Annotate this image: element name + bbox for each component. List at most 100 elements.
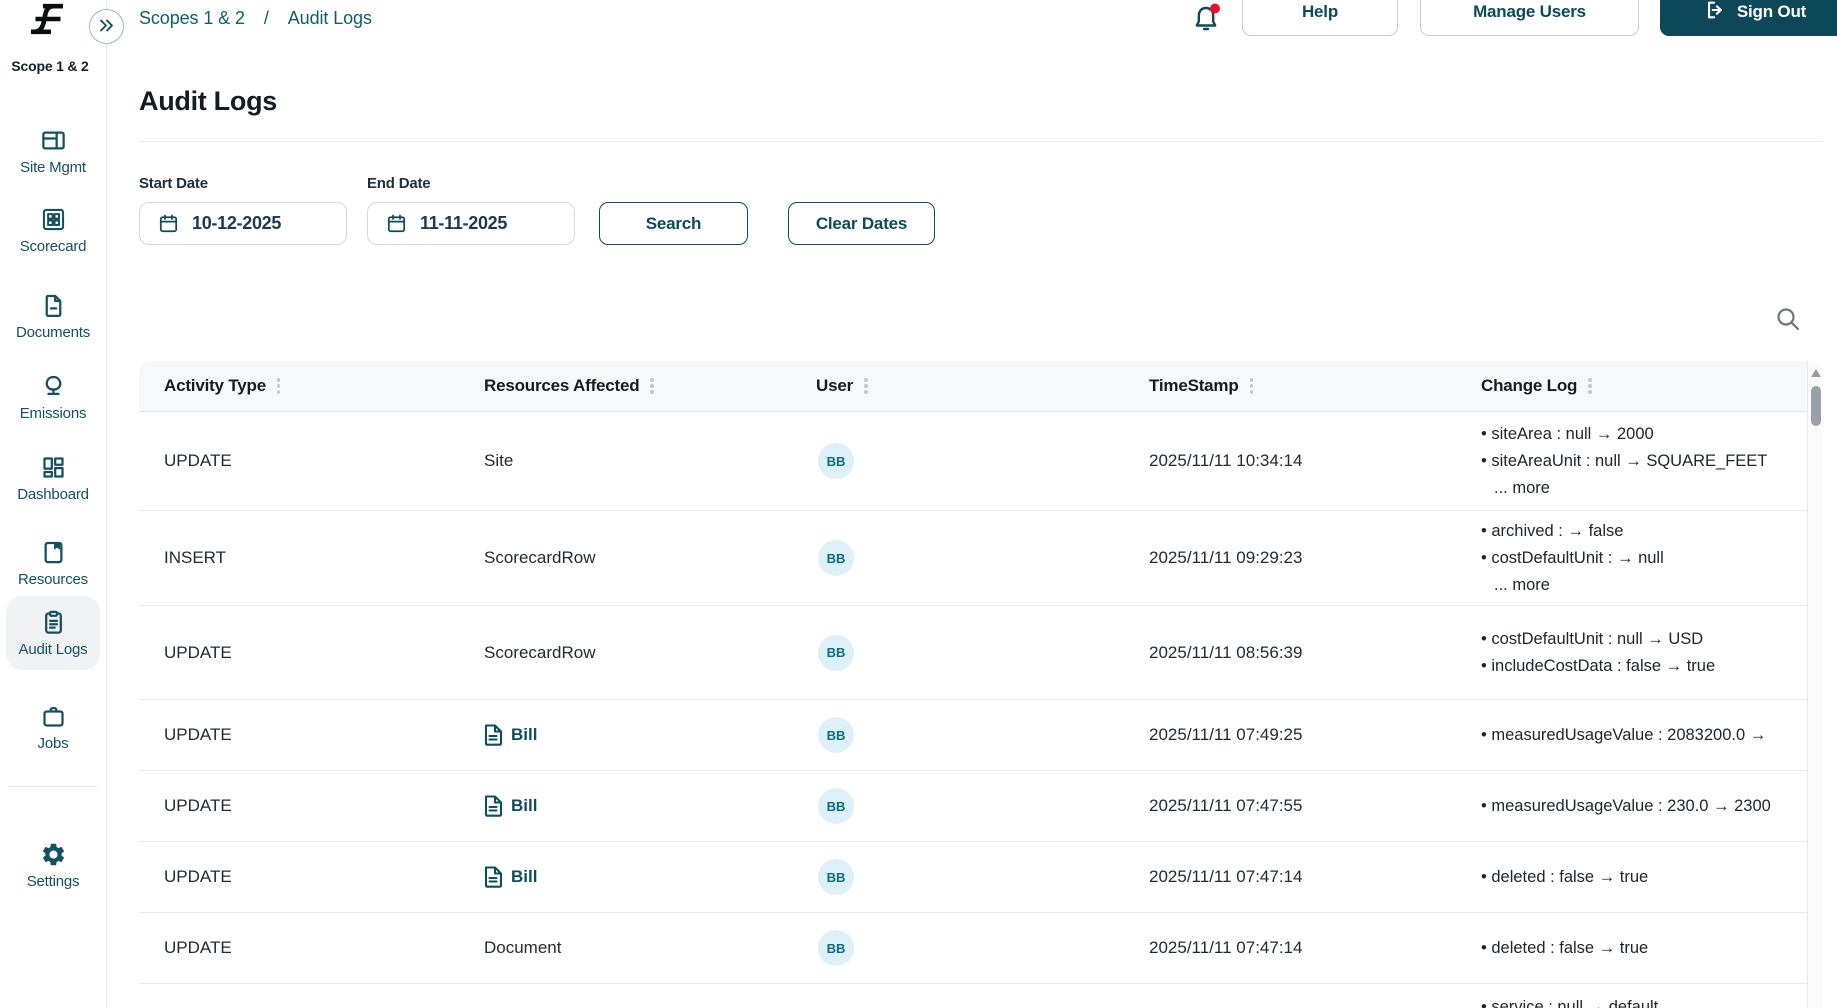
sign-out-button[interactable]: Sign Out: [1660, 0, 1837, 36]
change-log-entry: • deleted : false → true: [1481, 867, 1649, 886]
change-log-entry: • includeCostData : false → true: [1481, 656, 1716, 675]
change-log-entry: • siteAreaUnit : null → SQUARE_FEET: [1481, 451, 1768, 470]
change-log-entry: • siteArea : null → 2000: [1481, 424, 1654, 443]
sidebar-item-documents[interactable]: Documents: [6, 279, 100, 353]
column-menu-icon[interactable]: [1586, 376, 1594, 396]
sidebar-item-scorecard[interactable]: Scorecard: [6, 193, 100, 267]
bill-document-icon: [484, 724, 503, 746]
change-log-entry: • measuredUsageValue : 2083200.0 →: [1481, 725, 1767, 744]
resource-link[interactable]: Bill: [484, 795, 537, 817]
sidebar-item-dashboard[interactable]: Dashboard: [6, 441, 100, 515]
calendar-icon: [387, 214, 406, 233]
user-cell: BB: [814, 606, 1149, 699]
change-log-cell: • costDefaultUnit : null → USD • includeC…: [1481, 606, 1807, 699]
column-menu-icon[interactable]: [648, 376, 656, 396]
resource-text: Site: [484, 451, 514, 470]
timestamp-cell: 2025/11/11 09:29:23: [1149, 548, 1303, 567]
end-date-value[interactable]: [420, 213, 550, 234]
sidebar-item-label: Jobs: [37, 734, 69, 752]
column-menu-icon[interactable]: [1248, 376, 1256, 396]
resources-affected-cell: [484, 984, 814, 1008]
sidebar-item-label: Scorecard: [19, 237, 87, 255]
user-avatar: BB: [818, 634, 854, 671]
audit-logs-icon: [40, 609, 67, 636]
more-link[interactable]: ... more: [1481, 572, 1550, 599]
audit-logs-table: Activity Type Resources Affected User TimeS…: [139, 361, 1823, 1008]
manage-users-button[interactable]: Manage Users: [1420, 0, 1639, 36]
sidebar-item-site-mgmt[interactable]: Site Mgmt: [6, 114, 100, 188]
sidebar-item-label: Site Mgmt: [20, 158, 86, 176]
resource-text: ScorecardRow: [484, 642, 596, 662]
more-link[interactable]: ... more: [1481, 475, 1550, 502]
app-logo[interactable]: [28, 3, 66, 35]
sidebar-item-audit-logs[interactable]: Audit Logs: [6, 596, 100, 670]
scrollbar-up-arrow[interactable]: [1810, 369, 1821, 377]
sidebar-collapse-button[interactable]: [89, 9, 124, 44]
dashboard-icon: [40, 454, 67, 481]
change-log-cell: • measuredUsageValue : 230.0 → 2300: [1481, 771, 1807, 841]
table-row: UPDATE Bill BB 2025/11/11 07:49:25 • measure…: [139, 700, 1807, 771]
column-menu-icon[interactable]: [275, 376, 283, 396]
sidebar-item-emissions[interactable]: Emissions: [6, 360, 100, 434]
search-button[interactable]: Search: [599, 202, 748, 245]
user-avatar: BB: [818, 930, 854, 966]
change-log-cell: • siteArea : null → 2000 • siteAreaUnit :…: [1481, 412, 1807, 510]
timestamp-cell: [1149, 984, 1481, 1008]
settings-gear-icon: [40, 841, 67, 868]
resource-link[interactable]: Bill: [484, 724, 537, 746]
end-date-input[interactable]: [367, 202, 575, 245]
help-button[interactable]: Help: [1242, 0, 1398, 36]
notification-dot: [1210, 3, 1220, 14]
jobs-icon: [40, 703, 67, 730]
resources-affected-cell: Bill: [484, 771, 814, 841]
table-scrollbar[interactable]: [1807, 361, 1823, 1008]
user-avatar: BB: [818, 443, 854, 479]
user-cell: BB: [814, 412, 1149, 510]
timestamp-cell: 2025/11/11 10:34:14: [1149, 451, 1303, 470]
sidebar-item-jobs[interactable]: Jobs: [6, 690, 100, 764]
user-cell: BB: [814, 771, 1149, 841]
scrollbar-thumb[interactable]: [1810, 386, 1821, 426]
table-row: UPDATE Bill BB 2025/11/11 07:47:14 • deleted…: [139, 842, 1807, 913]
user-cell: BB: [814, 913, 1149, 983]
breadcrumb-parent[interactable]: Scopes 1 & 2: [139, 8, 245, 29]
clear-dates-button[interactable]: Clear Dates: [788, 202, 935, 245]
resource-text: ScorecardRow: [484, 548, 596, 567]
site-mgmt-icon: [40, 127, 67, 154]
calendar-icon: [159, 214, 178, 233]
timestamp-cell: 2025/11/11 07:49:25: [1149, 725, 1303, 744]
breadcrumb: Scopes 1 & 2 / Audit Logs: [139, 8, 372, 29]
breadcrumb-separator: /: [263, 8, 269, 28]
change-log-cell: • service : null → default: [1481, 984, 1807, 1008]
column-header-timestamp: TimeStamp: [1149, 376, 1481, 396]
activity-type-cell: UPDATE: [164, 451, 232, 470]
change-log-cell: • archived : → false • costDefaultUnit : …: [1481, 511, 1807, 605]
start-date-input[interactable]: [139, 202, 347, 245]
sidebar-item-label: Dashboard: [17, 485, 89, 503]
user-avatar: BB: [818, 540, 854, 576]
sidebar-item-label: Emissions: [19, 404, 87, 422]
table-row: • service : null → default: [139, 984, 1807, 1008]
resource-text: Document: [484, 938, 562, 957]
scorecard-icon: [40, 206, 67, 233]
change-log-cell: • measuredUsageValue : 2083200.0 →: [1481, 700, 1807, 770]
sidebar-item-settings[interactable]: Settings: [6, 828, 100, 902]
table-row: UPDATE Document BB 2025/11/11 07:47:14 • del…: [139, 913, 1807, 984]
resource-link[interactable]: Bill: [484, 866, 537, 888]
notification-bell-icon[interactable]: [1190, 3, 1222, 39]
user-avatar: BB: [818, 717, 854, 753]
change-log-cell: • deleted : false → true: [1481, 842, 1807, 912]
table-search-icon[interactable]: [1773, 304, 1803, 334]
resources-affected-cell: Document: [484, 913, 814, 983]
change-log-entry: • costDefaultUnit : → null: [1481, 548, 1664, 567]
sidebar-item-label: Resources: [18, 570, 88, 588]
double-chevron-right-icon: [98, 18, 115, 36]
bill-document-icon: [484, 866, 503, 888]
resources-affected-cell: ScorecardRow: [484, 511, 814, 605]
change-log-entry: • costDefaultUnit : null → USD: [1481, 629, 1704, 648]
resources-affected-cell: Bill: [484, 700, 814, 770]
timestamp-cell: 2025/11/11 07:47:55: [1149, 796, 1303, 815]
column-menu-icon[interactable]: [862, 376, 870, 396]
sidebar-item-resources[interactable]: Resources: [6, 526, 100, 600]
start-date-value[interactable]: [192, 213, 322, 234]
